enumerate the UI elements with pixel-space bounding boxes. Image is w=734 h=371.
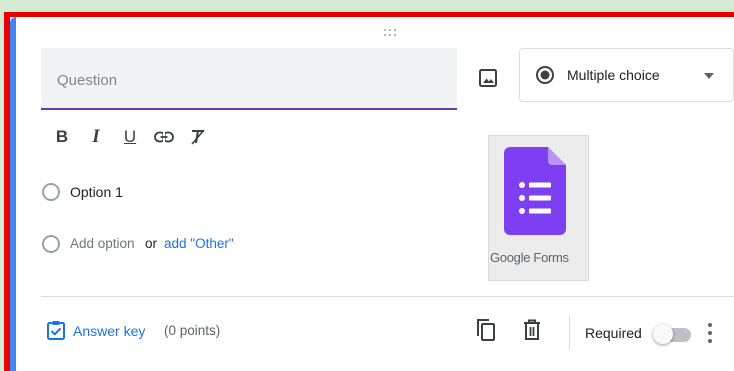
bold-icon: B [55, 127, 69, 146]
delete-icon[interactable] [522, 319, 542, 341]
question-field[interactable] [41, 48, 457, 110]
logo-wordmark: Google Forms [490, 250, 569, 265]
required-toggle[interactable] [653, 323, 693, 344]
answer-key-icon[interactable] [46, 320, 66, 340]
or-text: or [145, 236, 158, 251]
bold-button[interactable]: B [50, 125, 74, 149]
add-image-icon[interactable] [477, 67, 499, 89]
more-options-icon[interactable] [707, 322, 713, 344]
add-option-radio [42, 235, 60, 253]
clear-format-button[interactable] [186, 125, 210, 149]
question-type-dropdown[interactable]: Multiple choice [519, 48, 734, 102]
add-option-button[interactable]: Add option [70, 236, 135, 251]
toggle-thumb [653, 324, 673, 344]
footer-separator [569, 316, 570, 350]
link-icon [154, 131, 174, 143]
question-input[interactable] [57, 69, 437, 91]
question-card[interactable]: Multiple choice B I U [10, 17, 734, 371]
clear-format-icon [191, 129, 205, 145]
underline-button[interactable]: U [118, 125, 142, 149]
radio-button-checked-icon [536, 66, 554, 84]
drag-handle-icon[interactable] [384, 29, 400, 39]
google-forms-logo: Google Forms [488, 135, 589, 281]
forms-document-icon [504, 147, 566, 235]
required-label: Required [585, 325, 642, 341]
option-text[interactable]: Option 1 [70, 184, 123, 200]
duplicate-icon[interactable] [474, 318, 496, 342]
chevron-down-icon [704, 73, 714, 79]
underline-icon: U [123, 127, 137, 146]
option-radio [42, 183, 60, 201]
footer-divider [41, 296, 734, 297]
italic-icon: I [92, 126, 100, 147]
card-accent-bar [10, 17, 16, 371]
link-button[interactable] [152, 125, 176, 149]
points-label: (0 points) [164, 323, 221, 338]
add-other-link[interactable]: add "Other" [164, 236, 234, 251]
italic-button[interactable]: I [84, 125, 108, 149]
question-type-label: Multiple choice [567, 67, 660, 83]
answer-key-button[interactable]: Answer key [73, 323, 145, 339]
